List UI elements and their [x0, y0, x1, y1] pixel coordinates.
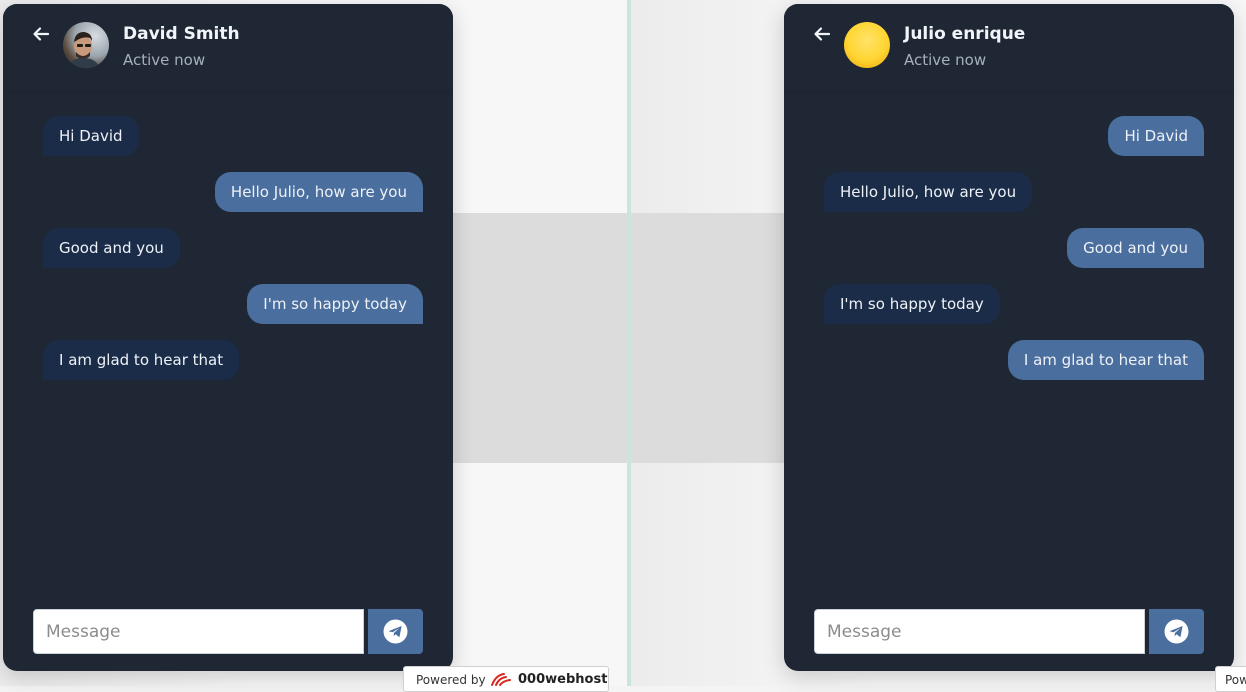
message-composer	[814, 609, 1204, 654]
message-outgoing: I'm so happy today	[247, 284, 423, 324]
send-button[interactable]	[368, 609, 423, 654]
chat-header: David Smith Active now	[3, 4, 453, 93]
send-button[interactable]	[1149, 609, 1204, 654]
message-incoming: Hi David	[43, 116, 139, 156]
message-incoming: Hello Julio, how are you	[824, 172, 1033, 212]
message-outgoing: Hello Julio, how are you	[214, 172, 423, 212]
message-incoming: I am glad to hear that	[43, 340, 240, 380]
chat-window-julio: Julio enrique Active now Hi David Hello …	[784, 4, 1234, 671]
arrow-left-icon[interactable]	[812, 24, 832, 44]
message-input[interactable]	[814, 609, 1145, 654]
chat-window-david: David Smith Active now Hi David Hello Ju…	[3, 4, 453, 671]
contact-status: Active now	[123, 51, 206, 69]
powered-by-label: Pow	[1225, 673, 1246, 687]
avatar[interactable]	[844, 22, 890, 68]
message-incoming: I'm so happy today	[824, 284, 1000, 324]
message-incoming: Good and you	[43, 228, 180, 268]
background-band-right	[631, 213, 784, 463]
background-band-left	[453, 213, 627, 463]
message-outgoing: Hi David	[1108, 116, 1204, 156]
contact-name: David Smith	[123, 24, 240, 44]
chat-header: Julio enrique Active now	[784, 4, 1234, 93]
message-outgoing: I am glad to hear that	[1007, 340, 1204, 380]
brand-name: 000webhost	[518, 672, 608, 687]
powered-by-badge-clipped[interactable]: Pow	[1215, 666, 1246, 692]
message-input[interactable]	[33, 609, 364, 654]
message-composer	[33, 609, 423, 654]
powered-by-label: Powered by	[416, 673, 486, 687]
split-divider[interactable]	[627, 0, 631, 686]
000webhost-logo-icon	[490, 671, 514, 690]
arrow-left-icon[interactable]	[31, 24, 51, 44]
message-outgoing: Good and you	[1067, 228, 1204, 268]
powered-by-badge[interactable]: Powered by 000webhost	[403, 666, 609, 692]
contact-status: Active now	[904, 51, 987, 69]
avatar[interactable]	[63, 22, 109, 68]
contact-name: Julio enrique	[904, 24, 1026, 44]
